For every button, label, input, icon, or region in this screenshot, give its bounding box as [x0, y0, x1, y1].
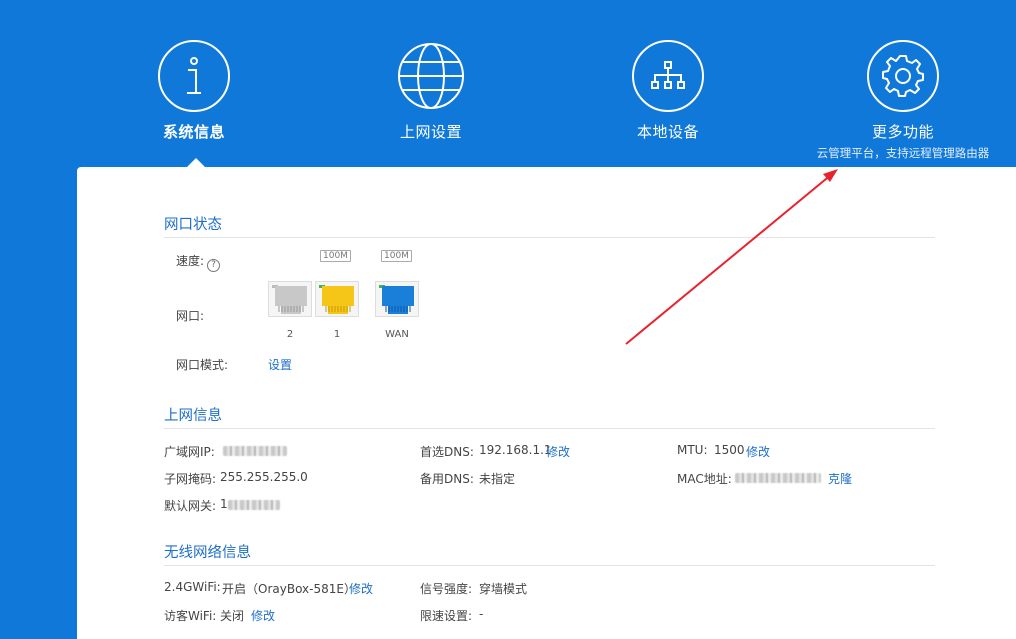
annotation-arrow: [625, 169, 838, 345]
